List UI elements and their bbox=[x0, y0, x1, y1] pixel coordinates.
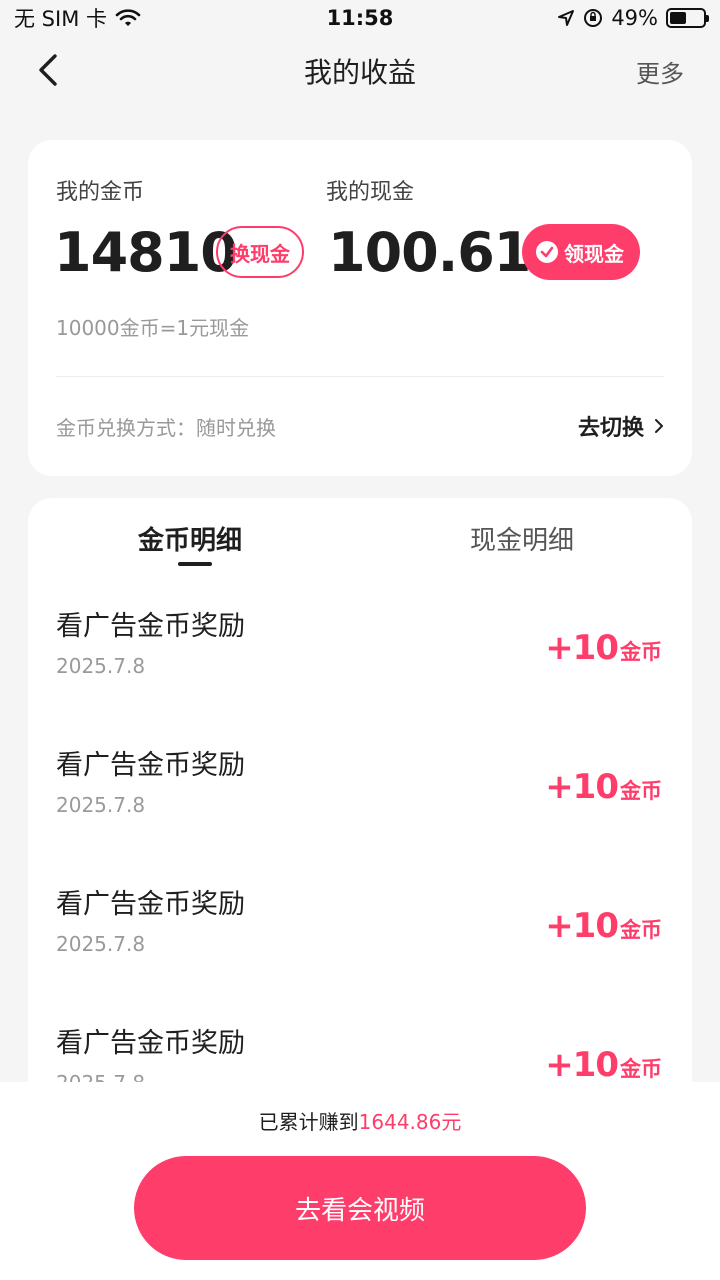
total-earned-amount: 1644.86元 bbox=[358, 1110, 462, 1134]
switch-mode-button[interactable]: 去切换 bbox=[578, 410, 664, 442]
record-title: 看广告金币奖励 bbox=[56, 1028, 245, 1059]
bottom-bar: 已累计赚到1644.86元 去看会视频 bbox=[0, 1082, 720, 1280]
total-earned-prefix: 已累计赚到 bbox=[258, 1110, 359, 1134]
battery-icon bbox=[666, 8, 709, 28]
details-tabs: 金币明细 现金明细 bbox=[28, 498, 692, 578]
record-amount: +10 金币 bbox=[545, 906, 662, 946]
carrier-text: 无 SIM 卡 bbox=[14, 7, 107, 31]
details-card: 金币明细 现金明细 看广告金币奖励 2025.7.8 +10 金币 看广告金币奖… bbox=[28, 498, 692, 1118]
chevron-left-icon bbox=[39, 54, 57, 86]
list-item: 看广告金币奖励 2025.7.8 +10 金币 bbox=[28, 604, 692, 743]
divider bbox=[56, 376, 664, 377]
exchange-cash-button[interactable]: 换现金 bbox=[216, 226, 304, 278]
cash-value: 100.61 bbox=[328, 221, 531, 284]
withdraw-cash-button[interactable]: 领现金 bbox=[522, 224, 640, 280]
earnings-card: 我的金币 14810 换现金 我的现金 100.61 领现金 10000金币=1… bbox=[28, 140, 692, 476]
record-amount-unit: 金币 bbox=[620, 779, 662, 803]
battery-level bbox=[670, 12, 686, 24]
orientation-lock-icon bbox=[584, 9, 603, 27]
record-amount: +10 金币 bbox=[545, 1045, 662, 1085]
status-bar: 无 SIM 卡 11:58 49% bbox=[0, 0, 720, 36]
record-date: 2025.7.8 bbox=[56, 793, 146, 817]
back-button[interactable] bbox=[28, 50, 68, 90]
record-title: 看广告金币奖励 bbox=[56, 750, 245, 781]
record-amount-value: +10 bbox=[545, 767, 619, 807]
battery-percent: 49% bbox=[611, 6, 658, 30]
list-item: 看广告金币奖励 2025.7.8 +10 金币 bbox=[28, 882, 692, 1021]
cash-label: 我的现金 bbox=[326, 180, 415, 205]
page-title: 我的收益 bbox=[303, 56, 416, 89]
exchange-mode-text: 金币兑换方式：随时兑换 bbox=[56, 416, 276, 440]
record-amount: +10 金币 bbox=[545, 767, 662, 807]
record-amount: +10 金币 bbox=[545, 628, 662, 668]
total-earned: 已累计赚到1644.86元 bbox=[0, 1106, 720, 1135]
record-amount-unit: 金币 bbox=[620, 640, 662, 664]
list-item: 看广告金币奖励 2025.7.8 +10 金币 bbox=[28, 743, 692, 882]
tab-indicator bbox=[178, 562, 212, 566]
wifi-icon bbox=[115, 9, 141, 26]
exchange-rate-text: 10000金币=1元现金 bbox=[56, 316, 250, 340]
record-amount-value: +10 bbox=[545, 628, 619, 668]
chevron-right-icon bbox=[655, 419, 663, 433]
record-date: 2025.7.8 bbox=[56, 654, 146, 678]
record-amount-value: +10 bbox=[545, 1045, 619, 1085]
location-arrow-icon bbox=[558, 10, 575, 26]
record-title: 看广告金币奖励 bbox=[56, 611, 245, 642]
record-amount-value: +10 bbox=[545, 906, 619, 946]
tab-coin-details[interactable]: 金币明细 bbox=[138, 520, 242, 557]
check-icon bbox=[536, 241, 558, 263]
switch-mode-label: 去切换 bbox=[577, 416, 644, 441]
record-amount-unit: 金币 bbox=[620, 1057, 662, 1081]
coins-label: 我的金币 bbox=[56, 180, 145, 205]
record-amount-unit: 金币 bbox=[620, 918, 662, 942]
record-title: 看广告金币奖励 bbox=[56, 889, 245, 920]
record-date: 2025.7.8 bbox=[56, 932, 146, 956]
more-button[interactable]: 更多 bbox=[636, 54, 684, 89]
tab-cash-details[interactable]: 现金明细 bbox=[470, 520, 574, 557]
status-right: 49% bbox=[557, 6, 709, 30]
coins-value: 14810 bbox=[54, 221, 238, 284]
status-left: 无 SIM 卡 bbox=[14, 3, 141, 33]
navigation-bar: 我的收益 更多 bbox=[0, 40, 720, 102]
watch-video-button[interactable]: 去看会视频 bbox=[134, 1156, 586, 1260]
withdraw-cash-label: 领现金 bbox=[564, 241, 624, 266]
